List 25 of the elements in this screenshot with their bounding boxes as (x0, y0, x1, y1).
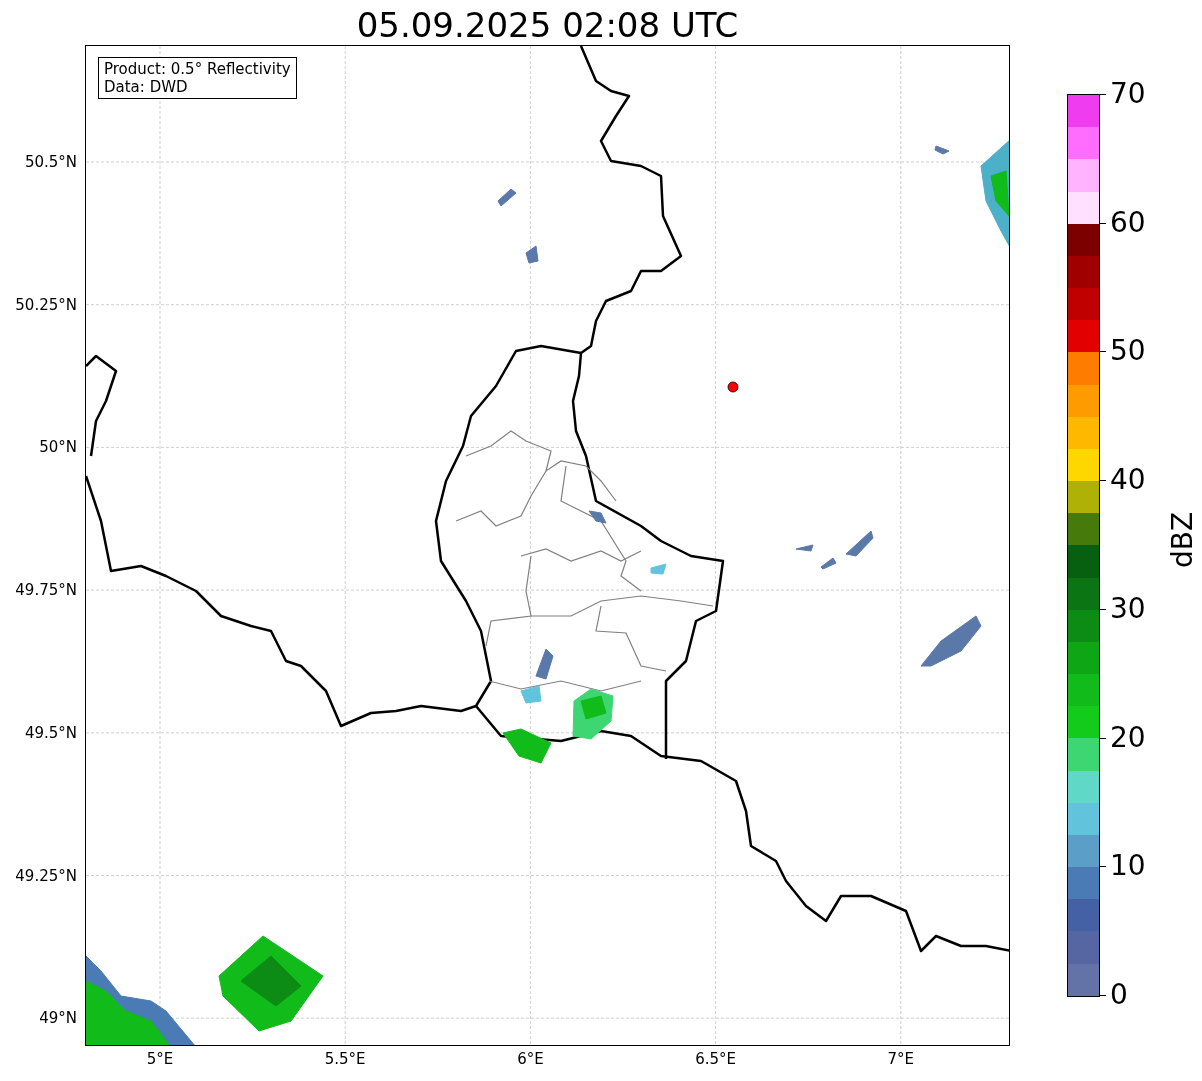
chart-title: 05.09.2025 02:08 UTC (356, 5, 739, 45)
latitude-label: 49.5°N (24, 723, 77, 742)
info-text: Data: DWD (104, 78, 189, 96)
colorbar-tick-label: 30 (1110, 592, 1146, 625)
colorbar-tick-label: 40 (1110, 464, 1146, 497)
longitude-label: 5°E (146, 1050, 174, 1068)
colorbar-tick-label: 10 (1110, 850, 1146, 883)
longitude-label: 7°E (887, 1050, 915, 1068)
colorbar-tick-label: 70 (1110, 78, 1146, 110)
longitude-label: 6°E (517, 1050, 544, 1068)
colorbar-tick-label: 20 (1110, 721, 1146, 754)
info-text: Product: 0.5° Reflectivity (104, 60, 291, 78)
colorbar-label: dBZ (1167, 511, 1200, 569)
longitude-label: 5.5°E (324, 1050, 366, 1068)
latitude-label: 50.25°N (15, 295, 77, 314)
colorbar-tick-label: 50 (1110, 335, 1146, 368)
latitude-label: 49°N (39, 1009, 77, 1028)
colorbar-tick-label: 60 (1110, 206, 1146, 239)
radar-site-marker (727, 381, 739, 393)
colorbar-tick-label: 0 (1110, 979, 1128, 1011)
longitude-label: 6.5°E (695, 1050, 736, 1068)
latitude-label: 50.5°N (24, 153, 77, 171)
latitude-label: 50°N (39, 438, 77, 457)
latitude-label: 49.75°N (15, 581, 77, 600)
latitude-label: 49.25°N (15, 866, 77, 885)
